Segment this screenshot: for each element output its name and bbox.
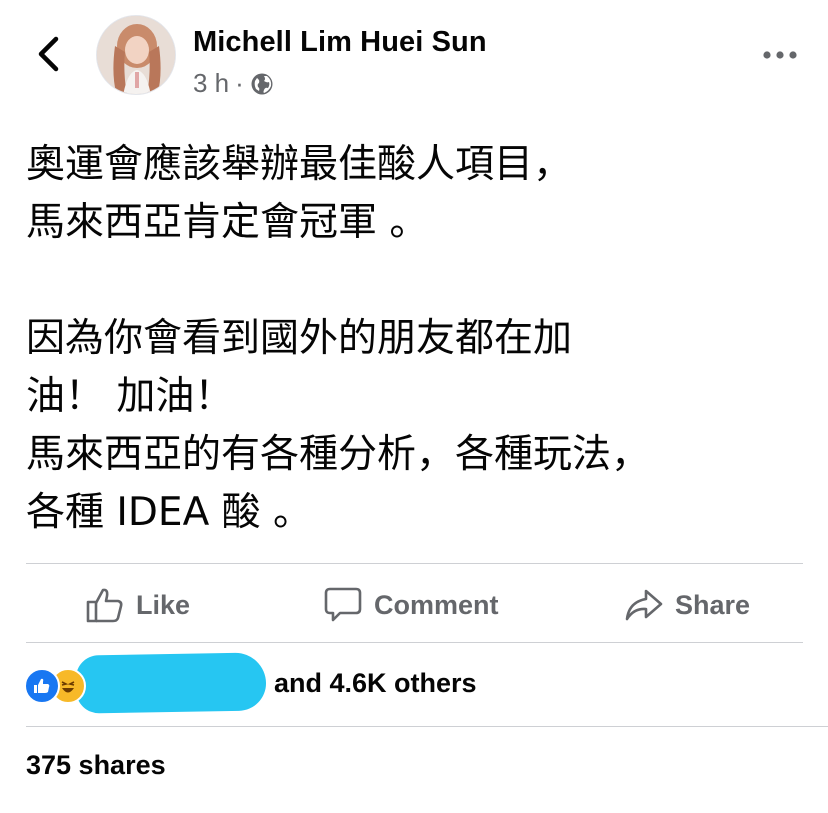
- comment-icon: [324, 587, 362, 622]
- reaction-count[interactable]: and 4.6K others: [274, 668, 477, 699]
- back-button[interactable]: [30, 34, 66, 74]
- like-reaction-icon: [24, 668, 60, 704]
- reactions-summary[interactable]: [24, 664, 86, 708]
- redacted-names: [75, 652, 267, 714]
- like-label: Like: [136, 589, 191, 620]
- divider-middle: [26, 642, 803, 643]
- facebook-post: Michell Lim Huei Sun 3 h · 奧運會應該舉辦最佳酸人項目…: [0, 0, 828, 813]
- more-horizontal-icon: [763, 51, 797, 59]
- divider-top: [26, 563, 803, 564]
- author-name[interactable]: Michell Lim Huei Sun: [193, 26, 487, 59]
- post-meta: 3 h ·: [193, 68, 274, 99]
- like-button[interactable]: Like: [86, 582, 190, 628]
- comment-button[interactable]: Comment: [324, 582, 499, 628]
- share-count[interactable]: 375 shares: [26, 750, 166, 781]
- share-arrow-icon: [625, 589, 663, 621]
- divider-bottom: [26, 726, 828, 727]
- more-options-button[interactable]: [760, 40, 800, 70]
- share-button[interactable]: Share: [625, 582, 750, 628]
- avatar-photo: [97, 16, 175, 94]
- post-text: 奧運會應該舉辦最佳酸人項目， 馬來西亞肯定會冠軍 。 因為你會看到國外的朋友都在…: [26, 142, 651, 535]
- post-time[interactable]: 3 h: [193, 68, 229, 99]
- thumbs-up-icon: [86, 588, 123, 623]
- meta-separator: ·: [235, 68, 244, 98]
- comment-label: Comment: [374, 589, 499, 620]
- avatar[interactable]: [96, 15, 176, 95]
- chevron-left-icon: [38, 36, 59, 72]
- globe-icon[interactable]: [250, 72, 274, 96]
- share-label: Share: [675, 589, 751, 620]
